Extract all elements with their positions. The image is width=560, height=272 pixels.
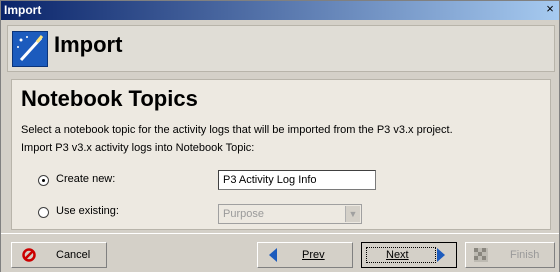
right-arrow-icon [437, 248, 445, 262]
button-bar: Cancel Prev Next Finish [1, 233, 559, 272]
wizard-title: Import [54, 32, 123, 57]
finish-label: Finish [510, 249, 540, 261]
wizard-header: Import [7, 25, 555, 72]
page-description: Select a notebook topic for the activity… [21, 124, 453, 136]
cancel-button[interactable]: Cancel [11, 242, 107, 268]
create-new-input[interactable]: P3 Activity Log Info [218, 170, 376, 190]
cancel-icon [22, 248, 36, 262]
left-arrow-icon [269, 248, 277, 262]
next-label: Next [386, 249, 409, 261]
checkered-flag-icon [474, 248, 488, 262]
use-existing-select: Purpose ▼ [218, 204, 362, 224]
prev-button[interactable]: Prev [257, 242, 353, 268]
use-existing-value: Purpose [223, 208, 264, 220]
close-button[interactable]: × [543, 2, 557, 16]
page-instruction: Import P3 v3.x activity logs into Notebo… [21, 142, 255, 154]
cancel-label: Cancel [56, 249, 91, 261]
title-bar[interactable]: Import × [1, 1, 559, 20]
use-existing-label[interactable]: Use existing: [56, 205, 119, 217]
create-new-radio[interactable] [38, 175, 49, 186]
next-button[interactable]: Next [361, 242, 457, 268]
use-existing-radio[interactable] [38, 207, 49, 218]
page-title: Notebook Topics [21, 86, 198, 111]
wand-icon [12, 31, 48, 67]
notebook-topics-panel: Notebook Topics Select a notebook topic … [11, 79, 551, 230]
finish-button: Finish [465, 242, 555, 268]
prev-label: Prev [302, 249, 325, 261]
import-window: Import × Import Notebook Topics Select a… [0, 0, 560, 272]
create-new-label[interactable]: Create new: [56, 173, 115, 185]
window-title: Import [4, 3, 42, 17]
chevron-down-icon: ▼ [345, 206, 360, 222]
